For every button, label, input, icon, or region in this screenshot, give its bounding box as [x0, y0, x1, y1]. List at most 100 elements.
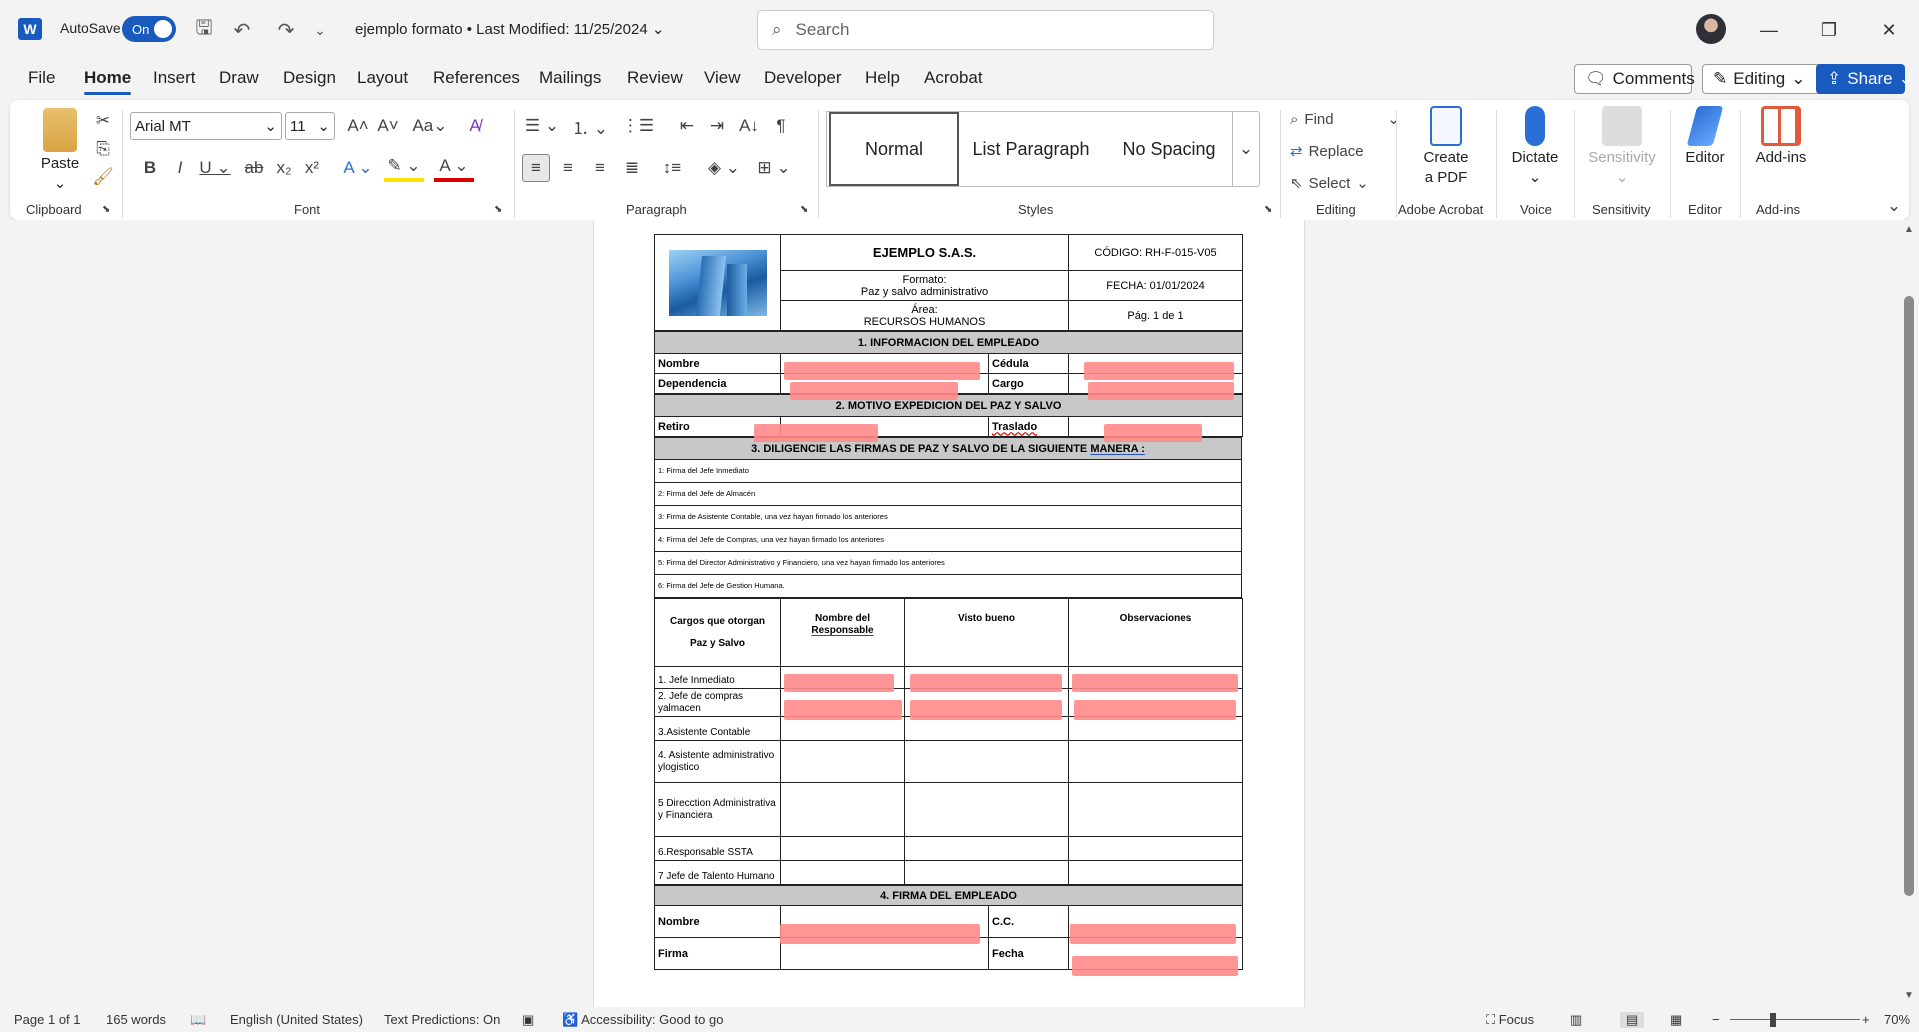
paste-button[interactable]: Paste ⌄ [30, 108, 90, 194]
format-painter-icon[interactable]: 🖌 [92, 166, 114, 188]
tab-view[interactable]: View [704, 68, 741, 88]
document-title[interactable]: ejemplo formato • Last Modified: 11/25/2… [355, 20, 664, 39]
font-size-select[interactable]: 11 ⌄ [285, 112, 335, 140]
editor-button[interactable]: Editor [1674, 106, 1736, 168]
tab-acrobat[interactable]: Acrobat [924, 68, 983, 88]
scroll-down-icon[interactable]: ▼ [1904, 990, 1914, 1001]
tab-layout[interactable]: Layout [357, 68, 408, 88]
collapse-ribbon-icon[interactable]: ⌄ [1884, 196, 1904, 216]
multilevel-list-icon[interactable]: ⋮☰ [618, 112, 658, 140]
cargo-label: Cargo [988, 373, 1069, 394]
comments-button[interactable]: 🗨 Comments [1574, 64, 1695, 94]
sort-icon[interactable]: A↓ [736, 112, 762, 140]
strikethrough-icon[interactable]: ab [242, 154, 266, 182]
bold-icon[interactable]: B [138, 154, 162, 182]
vertical-scrollbar[interactable]: ▲ ▼ [1900, 220, 1919, 1007]
scroll-up-icon[interactable]: ▲ [1904, 224, 1914, 235]
font-color-icon[interactable]: A ⌄ [434, 154, 474, 182]
language[interactable]: English (United States) [230, 1012, 363, 1027]
undo-icon[interactable]: ↶ [228, 16, 256, 44]
dialog-launcher-icon[interactable]: ⬊ [494, 204, 502, 215]
macro-icon[interactable]: ▣ [522, 1012, 534, 1028]
add-ins-button[interactable]: Add-ins [1746, 106, 1816, 168]
dictate-button[interactable]: Dictate ⌄ [1504, 106, 1566, 188]
zoom-slider[interactable] [1730, 1019, 1860, 1020]
proofing-icon[interactable]: 📖 [190, 1012, 206, 1028]
style-list-paragraph[interactable]: List Paragraph [963, 112, 1099, 186]
create-pdf-button[interactable]: Create a PDF [1406, 106, 1486, 188]
copy-icon[interactable]: ⎘ [92, 138, 114, 160]
sensitivity-button[interactable]: Sensitivity ⌄ [1582, 106, 1662, 188]
decrease-indent-icon[interactable]: ⇤ [674, 112, 700, 140]
style-no-spacing[interactable]: No Spacing [1101, 112, 1237, 186]
share-button[interactable]: ⇪ Share ⌄ [1816, 64, 1913, 94]
web-layout-icon[interactable]: ▦ [1670, 1012, 1682, 1028]
subscript-icon[interactable]: x₂ [272, 154, 296, 182]
grow-font-icon[interactable]: A˄ [346, 112, 370, 140]
tab-developer[interactable]: Developer [764, 68, 842, 88]
document-canvas: EJEMPLO S.A.S. CÓDIGO: RH-F-015-V05 Form… [0, 220, 1900, 1007]
accessibility-status[interactable]: ♿ Accessibility: Good to go [562, 1012, 723, 1028]
italic-icon[interactable]: I [168, 154, 192, 182]
tab-help[interactable]: Help [865, 68, 900, 88]
tab-draw[interactable]: Draw [219, 68, 259, 88]
minimize-icon[interactable]: — [1753, 14, 1785, 46]
autosave-toggle[interactable]: On [122, 16, 176, 42]
customize-qat-icon[interactable]: ⌄ [306, 16, 334, 44]
tab-references[interactable]: References [433, 68, 520, 88]
text-predictions[interactable]: Text Predictions: On [384, 1012, 500, 1027]
tab-file[interactable]: File [28, 68, 55, 88]
zoom-out-icon[interactable]: − [1712, 1012, 1720, 1027]
redo-icon[interactable]: ↷ [272, 16, 300, 44]
close-icon[interactable]: ✕ [1873, 14, 1905, 46]
cut-icon[interactable]: ✂ [92, 110, 114, 132]
tab-home[interactable]: Home [84, 68, 132, 95]
zoom-in-icon[interactable]: + [1862, 1012, 1870, 1027]
find-button[interactable]: ⌕ Find ⌄ [1290, 106, 1400, 132]
align-right-icon[interactable]: ≡ [586, 154, 614, 182]
bullets-icon[interactable]: ☰ ⌄ [522, 112, 562, 140]
scrollbar-thumb[interactable] [1904, 296, 1914, 896]
search-box[interactable]: ⌕ Search [757, 10, 1214, 50]
clear-formatting-icon[interactable]: A̸ [462, 112, 488, 140]
change-case-icon[interactable]: Aa⌄ [410, 112, 450, 140]
font-name-select[interactable]: Arial MT ⌄ [130, 112, 282, 140]
dialog-launcher-icon[interactable]: ⬊ [1264, 204, 1272, 215]
align-left-icon[interactable]: ≡ [522, 154, 550, 182]
read-mode-icon[interactable]: ▥ [1570, 1012, 1582, 1028]
replace-button[interactable]: ⇄ Replace [1290, 138, 1400, 164]
dialog-launcher-icon[interactable]: ⬊ [102, 204, 110, 215]
text-effects-icon[interactable]: A ⌄ [340, 154, 376, 182]
increase-indent-icon[interactable]: ⇥ [704, 112, 730, 140]
show-formatting-icon[interactable]: ¶ [768, 112, 794, 140]
align-center-icon[interactable]: ≡ [554, 154, 582, 182]
zoom-slider-thumb[interactable] [1770, 1013, 1776, 1027]
shading-icon[interactable]: ◈ ⌄ [704, 154, 744, 182]
tab-insert[interactable]: Insert [153, 68, 196, 88]
focus-button[interactable]: ⛶ Focus [1486, 1012, 1534, 1028]
restore-icon[interactable]: ❐ [1813, 14, 1845, 46]
style-normal[interactable]: Normal [829, 112, 959, 186]
highlight-icon[interactable]: ✎ ⌄ [384, 154, 424, 182]
shrink-font-icon[interactable]: A˅ [376, 112, 400, 140]
tab-review[interactable]: Review [627, 68, 683, 88]
page-count[interactable]: Page 1 of 1 [14, 1012, 81, 1027]
select-button[interactable]: ⇖ Select ⌄ [1290, 170, 1400, 196]
borders-icon[interactable]: ⊞ ⌄ [754, 154, 794, 182]
superscript-icon[interactable]: x² [300, 154, 324, 182]
print-layout-icon[interactable]: ▤ [1620, 1012, 1645, 1028]
page[interactable]: EJEMPLO S.A.S. CÓDIGO: RH-F-015-V05 Form… [593, 220, 1305, 1007]
word-count[interactable]: 165 words [106, 1012, 166, 1027]
line-spacing-icon[interactable]: ↕≡ [652, 154, 692, 182]
zoom-level[interactable]: 70% [1884, 1012, 1910, 1027]
justify-icon[interactable]: ≣ [618, 154, 646, 182]
title-bar: W AutoSave On 🖫 ↶ ↷ ⌄ ejemplo formato • … [0, 0, 1919, 58]
tab-mailings[interactable]: Mailings [539, 68, 601, 88]
avatar[interactable] [1696, 14, 1726, 44]
numbering-icon[interactable]: ⒈ ⌄ [570, 112, 610, 140]
dialog-launcher-icon[interactable]: ⬊ [800, 204, 808, 215]
tab-design[interactable]: Design [283, 68, 336, 88]
underline-icon[interactable]: U ⌄ [198, 154, 232, 182]
save-icon[interactable]: 🖫 [190, 16, 218, 44]
styles-more-icon[interactable]: ⌄ [1232, 111, 1260, 187]
